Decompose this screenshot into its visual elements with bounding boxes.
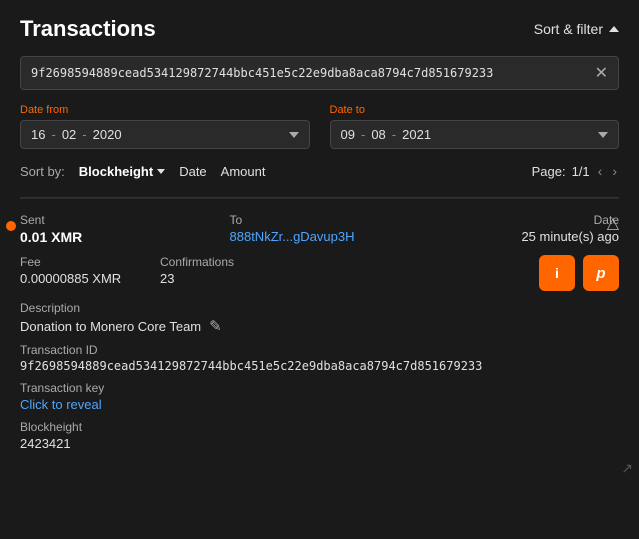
- date-from-group: Date from 16 - 02 - 2020: [20, 104, 310, 149]
- page-value: 1/1: [572, 164, 590, 179]
- sort-date-option[interactable]: Date: [179, 164, 206, 179]
- tx-description-section: Description Donation to Monero Core Team…: [20, 301, 619, 335]
- date-from-sep2: -: [82, 127, 86, 142]
- main-container: Transactions Sort & filter ✕ Date from 1…: [0, 0, 639, 483]
- collapse-button[interactable]: △: [607, 213, 619, 233]
- page-info: Page: 1/1 ‹ ›: [532, 163, 619, 179]
- blockheight-chevron-icon: [157, 169, 165, 174]
- sort-filter-label: Sort & filter: [534, 21, 603, 37]
- date-from-year: 2020: [93, 127, 122, 142]
- date-to-year: 2021: [402, 127, 431, 142]
- tx-sent-indicator: [6, 221, 16, 231]
- tx-date-label: Date: [479, 213, 619, 227]
- tx-sent-amount: 0.01 XMR: [20, 229, 160, 245]
- sort-blockheight-label: Blockheight: [79, 164, 153, 179]
- tx-info-button[interactable]: i: [539, 255, 575, 291]
- sort-blockheight-option[interactable]: Blockheight: [79, 164, 165, 179]
- date-from-sep1: -: [51, 127, 55, 142]
- date-to-sep2: -: [392, 127, 396, 142]
- resize-handle[interactable]: ↗: [621, 460, 633, 477]
- transaction-card: △ Sent 0.01 XMR To 888tNkZr...gDavup3H D…: [20, 198, 619, 467]
- tx-blockheight-value: 2423421: [20, 436, 619, 451]
- next-page-button[interactable]: ›: [610, 163, 619, 179]
- tx-second-row: Fee 0.00000885 XMR Confirmations 23 i p: [20, 255, 619, 291]
- tx-to-label: To: [230, 213, 410, 227]
- tx-fee-value: 0.00000885 XMR: [20, 271, 160, 286]
- search-bar: ✕: [20, 56, 619, 90]
- sort-filter-button[interactable]: Sort & filter: [534, 21, 619, 37]
- tx-confirmations-value: 23: [160, 271, 340, 286]
- date-from-input[interactable]: 16 - 02 - 2020: [20, 120, 310, 149]
- chevron-down-to-icon[interactable]: [598, 132, 608, 138]
- chevron-down-icon[interactable]: [289, 132, 299, 138]
- tx-blockheight-section: Blockheight 2423421: [20, 420, 619, 451]
- date-to-input[interactable]: 09 - 08 - 2021: [330, 120, 620, 149]
- tx-to-section: To 888tNkZr...gDavup3H: [230, 213, 410, 245]
- page-label: Page:: [532, 164, 566, 179]
- date-to-group: Date to 09 - 08 - 2021: [330, 104, 620, 149]
- close-icon[interactable]: ✕: [595, 63, 608, 83]
- tx-date-section: Date 25 minute(s) ago: [479, 213, 619, 245]
- tx-txid-section: Transaction ID 9f2698594889cead534129872…: [20, 343, 619, 373]
- tx-txkey-section: Transaction key Click to reveal: [20, 381, 619, 412]
- date-from-day: 16: [31, 127, 45, 142]
- sort-by-label: Sort by:: [20, 164, 65, 179]
- date-from-month: 02: [62, 127, 76, 142]
- sort-amount-option[interactable]: Amount: [221, 164, 266, 179]
- date-to-label: Date to: [330, 104, 620, 116]
- tx-txid-value: 9f2698594889cead534129872744bbc451e5c22e…: [20, 359, 619, 373]
- tx-description-value: Donation to Monero Core Team ✎: [20, 317, 619, 335]
- tx-sent-label: Sent: [20, 213, 160, 227]
- sort-row: Sort by: Blockheight Date Amount Page: 1…: [20, 163, 619, 179]
- tx-description-label: Description: [20, 301, 619, 315]
- tx-to-address[interactable]: 888tNkZr...gDavup3H: [230, 229, 410, 244]
- search-input[interactable]: [31, 66, 587, 80]
- edit-icon[interactable]: ✎: [209, 317, 222, 335]
- tx-fee-label: Fee: [20, 255, 160, 269]
- tx-copy-button[interactable]: p: [583, 255, 619, 291]
- tx-main-row: Sent 0.01 XMR To 888tNkZr...gDavup3H Dat…: [20, 213, 619, 245]
- date-to-sep1: -: [361, 127, 365, 142]
- date-to-month: 08: [371, 127, 385, 142]
- tx-confirmations-section: Confirmations 23: [160, 255, 340, 286]
- tx-blockheight-label: Blockheight: [20, 420, 619, 434]
- prev-page-button[interactable]: ‹: [596, 163, 605, 179]
- sort-date-label: Date: [179, 164, 206, 179]
- header: Transactions Sort & filter: [20, 16, 619, 42]
- tx-date-value: 25 minute(s) ago: [479, 229, 619, 244]
- page-title: Transactions: [20, 16, 156, 42]
- sort-amount-label: Amount: [221, 164, 266, 179]
- date-range-row: Date from 16 - 02 - 2020 Date to 09 - 08…: [20, 104, 619, 149]
- tx-txkey-label: Transaction key: [20, 381, 619, 395]
- chevron-up-icon: [609, 26, 619, 32]
- tx-fee-section: Fee 0.00000885 XMR: [20, 255, 160, 286]
- tx-action-buttons: i p: [539, 255, 619, 291]
- date-from-label: Date from: [20, 104, 310, 116]
- tx-txkey-reveal[interactable]: Click to reveal: [20, 397, 619, 412]
- date-to-day: 09: [341, 127, 355, 142]
- tx-description-text: Donation to Monero Core Team: [20, 319, 201, 334]
- tx-sent-section: Sent 0.01 XMR: [20, 213, 160, 245]
- tx-confirmations-label: Confirmations: [160, 255, 340, 269]
- tx-txid-label: Transaction ID: [20, 343, 619, 357]
